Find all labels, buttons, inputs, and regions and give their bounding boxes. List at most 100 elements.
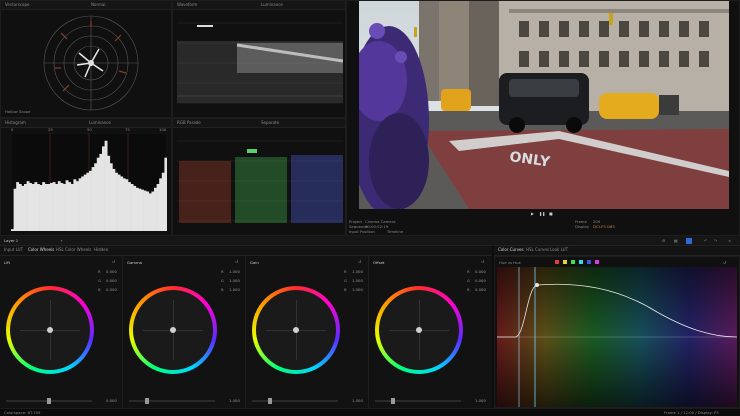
swatch-magenta[interactable] — [595, 260, 599, 264]
tab-color-curves[interactable]: Color Curves — [498, 247, 524, 252]
wheel-reset-icon[interactable]: ↺ — [235, 259, 238, 264]
wheel-footer-value[interactable]: 0.000 — [106, 398, 117, 403]
histogram-bar — [89, 170, 92, 231]
layer-label[interactable]: Layer 1 — [4, 238, 18, 243]
color-wheel-gain[interactable] — [252, 286, 340, 374]
tab-color-wheels[interactable]: Color Wheels — [28, 247, 54, 252]
channel-value[interactable]: 1.000 — [352, 278, 363, 283]
wheel-slider-thumb[interactable] — [47, 398, 51, 404]
info-value[interactable]: Timeline — [387, 229, 403, 234]
channel-value[interactable]: 1.000 — [229, 278, 240, 283]
histogram-mode-select[interactable]: Luminance — [89, 120, 111, 125]
channel-value[interactable]: 1.000 — [352, 269, 363, 274]
histogram-bar — [39, 184, 43, 231]
histogram-tick: 75 — [125, 127, 130, 132]
histogram-bar — [154, 187, 157, 231]
wheel-slider-thumb[interactable] — [268, 398, 272, 404]
histogram-bar — [26, 181, 30, 231]
wheel-footer-value[interactable]: 1.000 — [475, 398, 486, 403]
curve-channel-swatches — [555, 260, 615, 264]
histogram-bar — [128, 182, 131, 231]
swatch-green[interactable] — [571, 260, 575, 264]
histogram-bar — [65, 180, 69, 231]
swatch-red[interactable] — [555, 260, 559, 264]
close-icon[interactable]: × — [728, 238, 731, 243]
wheel-slider-track[interactable] — [129, 400, 215, 402]
stop-button[interactable]: ■ — [549, 211, 553, 216]
info-label[interactable]: Input Position — [349, 229, 375, 234]
info-label: Display — [575, 224, 589, 229]
add-layer-icon[interactable]: + — [60, 238, 63, 243]
tab-input-lut[interactable]: Input LUT — [4, 247, 23, 252]
wheel-slider-thumb[interactable] — [145, 398, 149, 404]
channel-value[interactable]: 1.000 — [229, 269, 240, 274]
channel-value[interactable]: 1.000 — [352, 287, 363, 292]
histogram-bar — [94, 163, 98, 231]
histogram-bar — [81, 176, 85, 231]
channel-value[interactable]: 0.000 — [475, 287, 486, 292]
color-wheel-gamma[interactable] — [129, 286, 217, 374]
viewer-image[interactable]: ONLY — [359, 1, 729, 209]
channel-value[interactable]: 0.000 — [475, 269, 486, 274]
color-wheel-offset[interactable] — [375, 286, 463, 374]
tab-hidden[interactable]: Hidden — [94, 247, 108, 252]
swatch-blue[interactable] — [587, 260, 591, 264]
wheel-center-handle[interactable] — [293, 327, 299, 333]
wheel-reset-icon[interactable]: ↺ — [481, 259, 484, 264]
redo-icon[interactable]: ↷ — [714, 238, 717, 243]
curve-reset-icon[interactable]: ↺ — [723, 260, 726, 265]
channel-value[interactable]: 0.000 — [475, 278, 486, 283]
histogram-bar — [143, 190, 147, 231]
channel-label: R — [221, 269, 224, 274]
histogram-bar — [47, 184, 51, 231]
vectorscope-footer[interactable]: Hollow Scope — [5, 109, 31, 114]
histogram-title: Histogram — [5, 120, 26, 125]
wheel-panel-gamma: Gamma ↺ R G B 1.000 1.000 1.000 1.000 — [123, 256, 246, 408]
histogram-tick: 25 — [48, 127, 53, 132]
wheel-footer-value[interactable]: 1.000 — [352, 398, 363, 403]
waveform-mode-select[interactable]: Luminance — [261, 2, 283, 7]
histogram-bar — [16, 182, 20, 231]
wheel-center-handle[interactable] — [47, 327, 53, 333]
wheel-slider-track[interactable] — [252, 400, 338, 402]
play-button[interactable]: ▶ — [531, 211, 534, 216]
curve-graph[interactable] — [497, 267, 737, 407]
channel-label: G — [221, 278, 224, 283]
histogram-bar — [125, 179, 129, 231]
curve-mode-select[interactable]: Hue vs Hue — [499, 260, 521, 265]
swatch-yellow[interactable] — [563, 260, 567, 264]
channel-value[interactable]: 0.000 — [106, 269, 117, 274]
wheel-slider-track[interactable] — [375, 400, 461, 402]
wheel-title: Gain — [250, 260, 259, 265]
vectorscope-title: Vectorscope — [5, 2, 30, 7]
wheel-center-handle[interactable] — [170, 327, 176, 333]
histogram-bar — [112, 168, 116, 231]
wheel-center-handle[interactable] — [416, 327, 422, 333]
tab-look-lut[interactable]: Look LUT — [550, 247, 568, 252]
wheel-reset-icon[interactable]: ↺ — [358, 259, 361, 264]
color-wheel-lift[interactable] — [6, 286, 94, 374]
pause-button[interactable]: ❚❚ — [539, 211, 545, 216]
controls-toolbar: Layer 1 + ⚙ ▦ ↶ ↷ × — [0, 236, 740, 246]
histogram-bar — [120, 176, 124, 231]
accent-indicator[interactable] — [686, 238, 692, 244]
wheel-footer-value[interactable]: 1.000 — [229, 398, 240, 403]
rgb-parade-mode-select[interactable]: Separate — [261, 120, 279, 125]
swatch-cyan[interactable] — [579, 260, 583, 264]
status-right: Frame 1 / 12:00 / Display: P3 — [664, 410, 719, 415]
wheel-slider-thumb[interactable] — [391, 398, 395, 404]
histogram-bar — [164, 157, 167, 231]
wheel-reset-icon[interactable]: ↺ — [112, 259, 115, 264]
wheel-panel-gain: Gain ↺ R G B 1.000 1.000 1.000 1.000 — [246, 256, 369, 408]
right-tabs: Color Curves HSL Curves Look LUT — [494, 246, 740, 256]
vectorscope-mode-select[interactable]: Normal — [91, 2, 105, 7]
tab-hsl-curves[interactable]: HSL Curves — [526, 247, 549, 252]
histogram-bar — [161, 172, 165, 231]
tab-hsl-color-wheels[interactable]: HSL Color Wheels — [56, 247, 91, 252]
grid-icon[interactable]: ▦ — [674, 238, 678, 243]
settings-icon[interactable]: ⚙ — [662, 238, 665, 243]
undo-icon[interactable]: ↶ — [704, 238, 707, 243]
channel-value[interactable]: 0.000 — [106, 278, 117, 283]
channel-value[interactable]: 1.000 — [229, 287, 240, 292]
channel-value[interactable]: 0.000 — [106, 287, 117, 292]
